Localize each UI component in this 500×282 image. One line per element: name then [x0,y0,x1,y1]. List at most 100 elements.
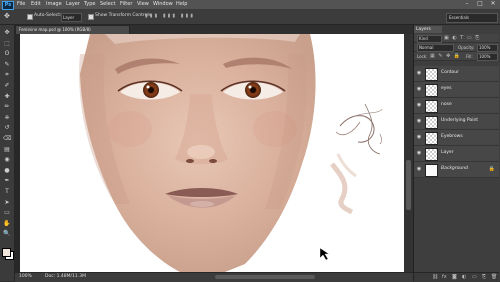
menu-view[interactable]: View [137,1,149,7]
fx-icon[interactable]: fx [442,274,447,280]
layer-row-underlying-paint[interactable]: ◉ Underlying Paint [414,114,499,130]
visibility-eye-icon[interactable]: ◉ [416,150,422,156]
stamp-icon[interactable]: ⎈ [3,114,11,121]
menu-select[interactable]: Select [100,1,115,7]
blend-opacity-row: Normal Opacity: 100% [414,43,499,52]
auto-select-checkbox[interactable] [27,14,33,20]
layer-name: Layer [441,150,454,155]
eraser-icon[interactable]: ⌫ [3,135,11,142]
cursor-icon [319,247,330,261]
visibility-eye-icon[interactable]: ◉ [416,86,422,92]
layer-thumbnail [425,148,438,161]
layer-name: Background [441,166,468,171]
align-buttons-icon[interactable]: ▮▮▮ ▮▮▮ ▮▮▮ [145,13,195,19]
layer-thumbnail [425,84,438,97]
maximize-button[interactable]: □ [475,0,485,8]
lock-label: Lock: [417,54,428,59]
layer-thumbnail [425,68,438,81]
menu-bar: Ps File Edit Image Layer Type Select Fil… [0,0,500,10]
layer-row-layer[interactable]: ◉ Layer [414,146,499,162]
path-select-icon[interactable]: ➤ [3,199,11,206]
show-transform-controls-checkbox[interactable] [88,14,94,20]
horizontal-scroll-thumb[interactable] [215,275,315,279]
gradient-icon[interactable]: ▤ [3,146,11,153]
face-painting [79,34,383,272]
vertical-scrollbar[interactable] [404,34,413,272]
auto-select-target-select[interactable]: Layer [61,13,82,22]
layer-thumbnail [425,100,438,113]
zoom-icon[interactable]: 🔍 [3,230,11,237]
layer-row-nose[interactable]: ◉ nose [414,98,499,114]
zoom-field[interactable]: 100% [19,274,32,279]
lock-icons[interactable]: ▦ ✎ ✥ 🔒 [430,53,461,59]
vertical-scroll-thumb[interactable] [406,160,411,210]
layer-name: Contour [441,70,459,75]
minimize-button[interactable]: – [462,0,472,8]
menu-type[interactable]: Type [84,1,95,7]
layer-row-background[interactable]: ◉ Background 🔒 [414,162,499,178]
quick-select-icon[interactable]: ✎ [3,61,11,68]
blend-mode-select[interactable]: Normal [417,44,454,52]
eyedropper-icon[interactable]: ✐ [3,82,11,89]
lock-fill-row: Lock: ▦ ✎ ✥ 🔒 Fill: 100% [414,52,499,61]
group-folder-icon[interactable]: ▭ [472,274,477,280]
fill-field[interactable]: 100% [477,53,498,61]
pen-icon[interactable]: ✒ [3,177,11,184]
link-layers-icon[interactable]: ⛓ [432,274,438,280]
layer-kind-filter[interactable]: Kind [417,35,442,43]
close-button[interactable]: ✕ [488,0,498,8]
menu-file[interactable]: File [17,1,25,7]
marquee-icon[interactable]: ⬚ [3,40,11,47]
menu-edit[interactable]: Edit [31,1,41,7]
adjustment-icon[interactable]: ◐ [462,274,466,280]
visibility-eye-icon[interactable]: ◉ [416,118,422,124]
layer-name: Underlying Paint [441,118,479,123]
menu-image[interactable]: Image [46,1,62,7]
doc-size-info[interactable]: Doc: 1.48M/11.3M [45,274,86,279]
layer-thumbnail [425,132,438,145]
lock-icon: 🔒 [488,166,495,172]
filter-icons[interactable]: ▣ ◐ T ▭ ⎘ [444,35,480,41]
workspace-select[interactable]: Essentials [446,13,498,23]
menu-layer[interactable]: Layer [66,1,80,7]
canvas[interactable] [20,34,404,272]
show-transform-controls-label: Show Transform Controls [95,13,151,18]
opacity-field[interactable]: 100% [477,44,498,52]
layer-row-eyebrows[interactable]: ◉ Eyebrows [414,130,499,146]
hand-icon[interactable]: ✋ [3,220,11,227]
move-icon[interactable]: ✥ [3,29,11,36]
layer-row-contour[interactable]: ◉ Contour [414,66,499,82]
crop-icon[interactable]: ⌗ [3,71,11,78]
blur-icon[interactable]: ◉ [3,156,11,163]
visibility-eye-icon[interactable]: ◉ [416,70,422,76]
healing-icon[interactable]: ✚ [3,93,11,100]
menu-help[interactable]: Help [176,1,187,7]
layer-name: Eyebrows [441,134,463,139]
history-brush-icon[interactable]: ↺ [3,124,11,131]
menu-window[interactable]: Window [153,1,173,7]
visibility-eye-icon[interactable]: ◉ [416,102,422,108]
fill-label: Fill: [466,54,473,59]
visibility-eye-icon[interactable]: ◉ [416,166,422,172]
dodge-icon[interactable]: ● [3,167,11,174]
trash-icon[interactable]: 🗑 [491,274,497,280]
opacity-label: Opacity: [458,45,475,50]
tools-panel: ✥ ⬚ ʘ ✎ ⌗ ✐ ✚ ✏ ⎈ ↺ ⌫ ▤ ◉ ● ✒ T ➤ ▭ ✋ 🔍 [0,25,15,281]
window-controls: – □ ✕ [462,0,500,9]
auto-select-label: Auto-Select: [34,13,62,18]
foreground-color-swatch[interactable] [2,248,11,257]
mask-icon[interactable]: ◙ [452,274,457,280]
layer-name: nose [441,102,452,107]
move-tool-preset-icon[interactable]: ✥ [4,12,10,20]
brush-icon[interactable]: ✏ [3,103,11,110]
new-layer-icon[interactable]: ⎘ [482,274,486,280]
tab-layers[interactable]: Layers [414,26,442,33]
photoshop-logo: Ps [2,1,14,10]
type-icon[interactable]: T [3,188,11,195]
shape-icon[interactable]: ▭ [3,209,11,216]
layer-thumbnail [425,116,438,129]
layer-row-eyes[interactable]: ◉ eyes [414,82,499,98]
visibility-eye-icon[interactable]: ◉ [416,134,422,140]
lasso-icon[interactable]: ʘ [3,50,11,57]
menu-filter[interactable]: Filter [120,1,132,7]
